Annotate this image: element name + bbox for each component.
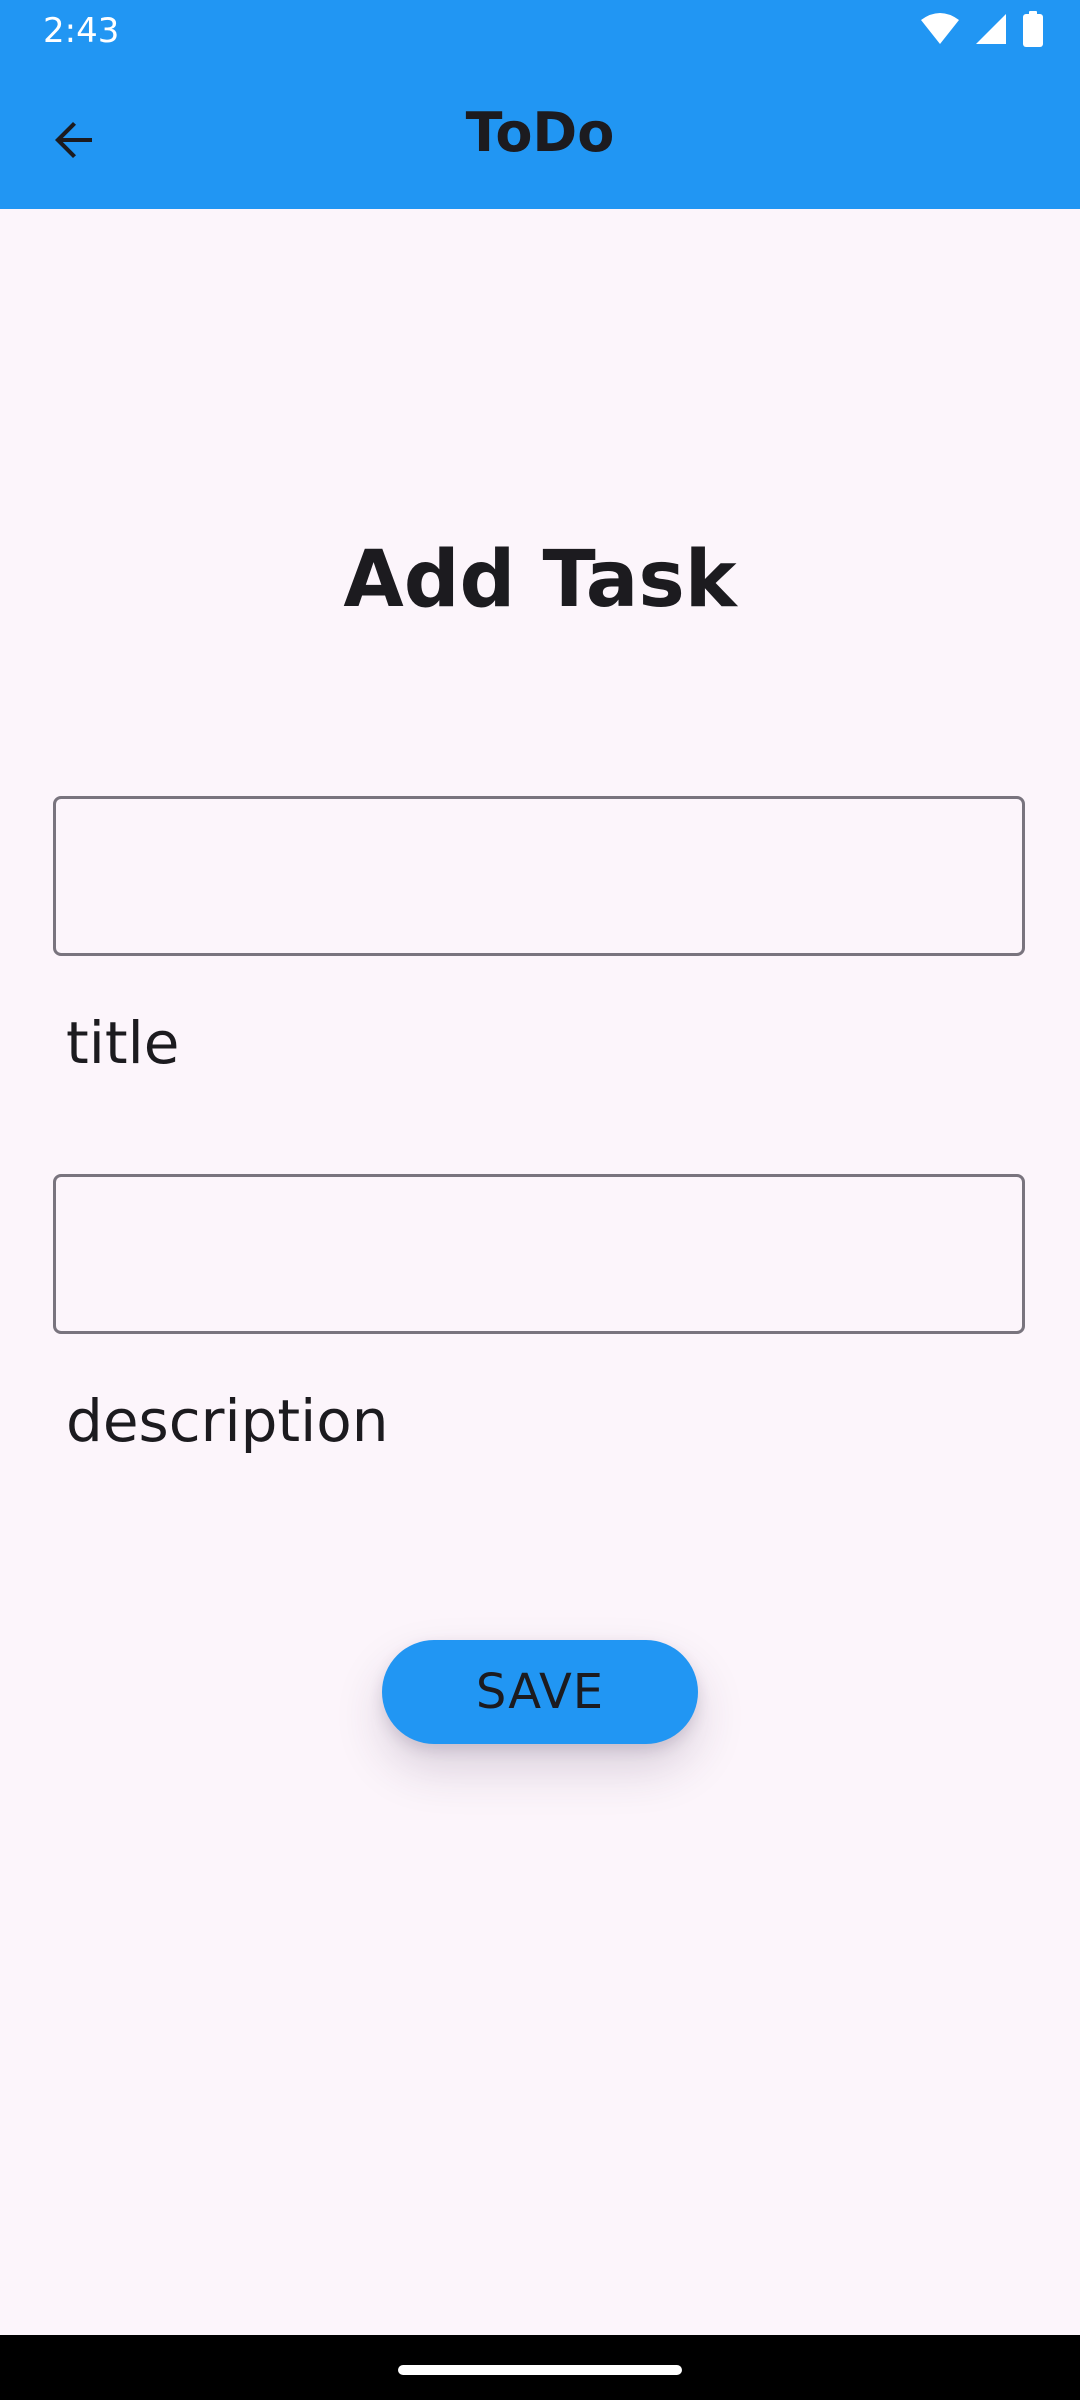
description-label: description [66,1387,389,1455]
description-input[interactable] [53,1174,1025,1334]
app-title: ToDo [465,101,615,164]
screen: 2:43 ToDo Add Task title description SAV… [0,0,1080,2400]
title-input[interactable] [53,796,1025,956]
battery-icon [1022,10,1044,52]
home-indicator[interactable] [398,2365,682,2375]
status-bar: 2:43 [0,0,1080,62]
status-icons [920,10,1044,52]
title-label: title [66,1009,180,1077]
signal-icon [974,12,1008,51]
page-heading: Add Task [343,535,737,625]
save-button[interactable]: SAVE [382,1640,698,1744]
status-time: 2:43 [43,11,120,51]
app-bar: ToDo [0,62,1080,209]
wifi-icon [920,12,960,51]
navigation-bar [0,2335,1080,2400]
